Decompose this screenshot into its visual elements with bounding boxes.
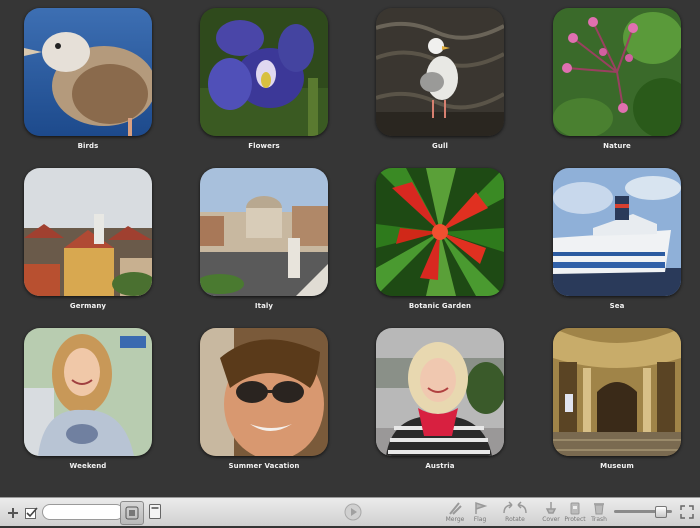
album-thumbnail[interactable] [376, 8, 504, 136]
album-grid: Birds Flowers Gull Nature Germany Italy … [0, 0, 700, 497]
cover-icon [545, 502, 557, 514]
album-thumbnail[interactable] [376, 168, 504, 296]
album-label: Weekend [69, 462, 107, 470]
album-label: Nature [603, 142, 631, 150]
album-thumbnail[interactable] [24, 168, 152, 296]
flag-tool[interactable]: Flag [465, 501, 495, 525]
zoom-slider-thumb[interactable] [654, 506, 667, 518]
album-museum[interactable]: Museum [553, 328, 683, 478]
album-nature[interactable]: Nature [553, 8, 683, 158]
albums-view-icon[interactable] [120, 501, 144, 525]
album-thumbnail[interactable] [553, 328, 681, 456]
album-label: Summer Vacation [228, 462, 300, 470]
album-label: Flowers [248, 142, 280, 150]
album-label: Birds [77, 142, 99, 150]
album-thumbnail[interactable] [553, 8, 681, 136]
trash-label: Trash [591, 516, 607, 523]
trash-tool[interactable]: Trash [584, 501, 614, 525]
flag-label: Flag [473, 516, 487, 523]
play-icon[interactable] [344, 503, 362, 521]
album-label: Gull [432, 142, 448, 150]
protect-icon [570, 502, 580, 515]
album-label: Museum [600, 462, 634, 470]
album-germany[interactable]: Germany [24, 168, 154, 318]
album-italy[interactable]: Italy [200, 168, 330, 318]
album-weekend[interactable]: Weekend [24, 328, 154, 478]
album-label: Germany [69, 302, 107, 310]
album-thumbnail[interactable] [200, 8, 328, 136]
fullscreen-icon[interactable] [680, 504, 694, 519]
album-austria[interactable]: Austria [376, 328, 506, 478]
single-view-icon[interactable] [148, 501, 162, 523]
bottom-toolbar: Merge Flag Rotate Cover Protect Trash [0, 497, 700, 526]
album-gull[interactable]: Gull [376, 8, 506, 158]
rotate-icon [503, 501, 527, 514]
album-label: Austria [425, 462, 455, 470]
checkbox-icon[interactable] [24, 505, 38, 519]
album-label: Sea [609, 302, 625, 310]
album-summer-vacation[interactable]: Summer Vacation [200, 328, 330, 478]
trash-icon [594, 503, 604, 515]
flag-icon [475, 501, 488, 514]
album-thumbnail[interactable] [200, 168, 328, 296]
album-thumbnail[interactable] [24, 8, 152, 136]
album-birds[interactable]: Birds [24, 8, 154, 158]
album-botanic-garden[interactable]: Botanic Garden [376, 168, 506, 318]
album-sea[interactable]: Sea [553, 168, 683, 318]
rotate-tool[interactable]: Rotate [500, 501, 530, 525]
album-label: Italy [254, 302, 274, 310]
album-flowers[interactable]: Flowers [200, 8, 330, 158]
merge-icon [449, 502, 462, 515]
plus-icon[interactable] [6, 505, 20, 519]
rotate-label: Rotate [505, 516, 525, 523]
search-input[interactable] [42, 504, 124, 520]
album-thumbnail[interactable] [200, 328, 328, 456]
album-thumbnail[interactable] [376, 328, 504, 456]
album-label: Botanic Garden [408, 302, 472, 310]
album-thumbnail[interactable] [553, 168, 681, 296]
album-thumbnail[interactable] [24, 328, 152, 456]
